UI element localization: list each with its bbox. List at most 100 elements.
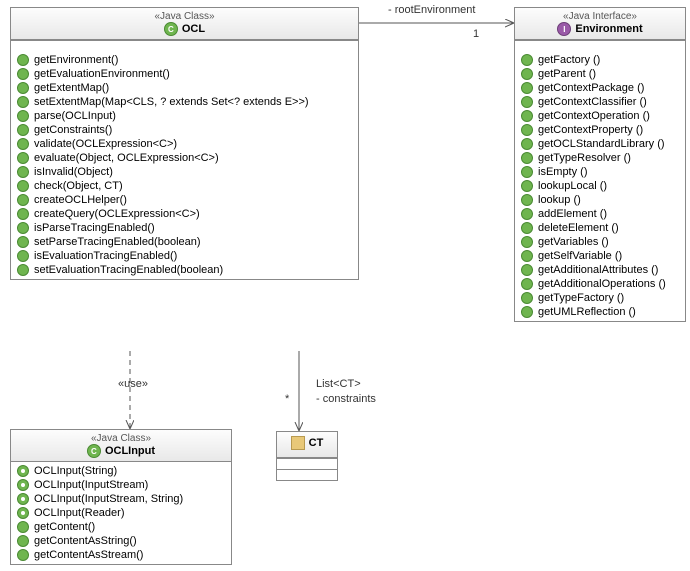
member-row: validate(OCLExpression<C>) — [11, 137, 358, 151]
assoc-constraints-role: - constraints — [316, 393, 376, 405]
method-icon — [17, 166, 29, 178]
class-ocl-attrs — [11, 40, 358, 51]
member-row: setParseTracingEnabled(boolean) — [11, 235, 358, 249]
class-ocl[interactable]: «Java Class» COCL getEnvironment()getEva… — [10, 7, 359, 280]
member-label: createOCLHelper() — [34, 194, 127, 206]
method-icon — [17, 535, 29, 547]
member-row: check(Object, CT) — [11, 179, 358, 193]
method-icon — [521, 82, 533, 94]
interface-env-name: Environment — [575, 23, 642, 35]
member-label: getTypeFactory () — [538, 292, 624, 304]
member-label: validate(OCLExpression<C>) — [34, 138, 177, 150]
interface-env-title: IEnvironment — [557, 22, 642, 36]
method-icon — [521, 194, 533, 206]
interface-env[interactable]: «Java Interface» IEnvironment getFactory… — [514, 7, 686, 322]
member-row: getEvaluationEnvironment() — [11, 67, 358, 81]
method-icon — [17, 194, 29, 206]
member-row: isEvaluationTracingEnabled() — [11, 249, 358, 263]
member-label: OCLInput(Reader) — [34, 507, 125, 519]
use-label: «use» — [118, 378, 148, 390]
class-ct-c2 — [277, 469, 337, 480]
member-row: OCLInput(String) — [11, 464, 231, 478]
member-label: lookupLocal () — [538, 180, 607, 192]
method-icon — [521, 96, 533, 108]
member-row: getUMLReflection () — [515, 305, 685, 319]
member-label: getContextPackage () — [538, 82, 644, 94]
method-icon — [521, 138, 533, 150]
member-label: getSelfVariable () — [538, 250, 622, 262]
member-row: getAdditionalOperations () — [515, 277, 685, 291]
member-label: getExtentMap() — [34, 82, 109, 94]
member-row: deleteElement () — [515, 221, 685, 235]
method-icon — [521, 68, 533, 80]
member-row: getAdditionalAttributes () — [515, 263, 685, 277]
method-icon — [17, 208, 29, 220]
class-ct-name: CT — [309, 437, 324, 449]
member-row: getOCLStandardLibrary () — [515, 137, 685, 151]
method-icon — [17, 264, 29, 276]
member-row: setExtentMap(Map<CLS, ? extends Set<? ex… — [11, 95, 358, 109]
method-icon — [521, 124, 533, 136]
constructor-icon — [17, 479, 29, 491]
member-label: getConstraints() — [34, 124, 112, 136]
member-row: getContentAsStream() — [11, 548, 231, 562]
method-icon — [521, 306, 533, 318]
member-label: getEvaluationEnvironment() — [34, 68, 170, 80]
member-row: lookupLocal () — [515, 179, 685, 193]
method-icon — [521, 208, 533, 220]
constructor-icon — [17, 465, 29, 477]
member-label: setExtentMap(Map<CLS, ? extends Set<? ex… — [34, 96, 309, 108]
method-icon — [17, 96, 29, 108]
method-icon — [521, 110, 533, 122]
member-label: getAdditionalAttributes () — [538, 264, 658, 276]
member-row: addElement () — [515, 207, 685, 221]
method-icon — [17, 54, 29, 66]
member-label: setParseTracingEnabled(boolean) — [34, 236, 201, 248]
member-label: getTypeResolver () — [538, 152, 631, 164]
member-row: parse(OCLInput) — [11, 109, 358, 123]
class-ct[interactable]: CT — [276, 431, 338, 481]
member-row: getTypeFactory () — [515, 291, 685, 305]
method-icon — [521, 166, 533, 178]
member-label: getContent() — [34, 521, 95, 533]
assoc-root-role: - rootEnvironment — [388, 4, 475, 16]
interface-env-methods: getFactory ()getParent ()getContextPacka… — [515, 51, 685, 321]
method-icon — [521, 222, 533, 234]
member-label: getAdditionalOperations () — [538, 278, 666, 290]
member-label: getContextClassifier () — [538, 96, 647, 108]
method-icon — [17, 138, 29, 150]
member-label: createQuery(OCLExpression<C>) — [34, 208, 200, 220]
member-label: parse(OCLInput) — [34, 110, 116, 122]
member-label: getUMLReflection () — [538, 306, 636, 318]
member-row: getTypeResolver () — [515, 151, 685, 165]
class-ct-c1 — [277, 458, 337, 469]
class-oclinput-stereo: «Java Class» — [11, 433, 231, 444]
method-icon — [17, 521, 29, 533]
member-row: OCLInput(InputStream) — [11, 478, 231, 492]
member-row: getContextClassifier () — [515, 95, 685, 109]
method-icon — [521, 250, 533, 262]
member-label: addElement () — [538, 208, 607, 220]
member-label: getOCLStandardLibrary () — [538, 138, 665, 150]
class-oclinput-head: «Java Class» COCLInput — [11, 430, 231, 462]
member-label: check(Object, CT) — [34, 180, 123, 192]
class-oclinput-members: OCLInput(String)OCLInput(InputStream) OCL… — [11, 462, 231, 564]
class-ocl-stereo: «Java Class» — [11, 11, 358, 22]
member-label: isInvalid(Object) — [34, 166, 113, 178]
method-icon — [17, 110, 29, 122]
method-icon — [521, 152, 533, 164]
interface-env-stereo: «Java Interface» — [515, 11, 685, 22]
method-icon — [17, 549, 29, 561]
member-row: getContextOperation () — [515, 109, 685, 123]
class-ocl-name: OCL — [182, 23, 205, 35]
method-icon — [17, 250, 29, 262]
constructor-icon — [17, 507, 29, 519]
method-icon — [521, 278, 533, 290]
interface-env-head: «Java Interface» IEnvironment — [515, 8, 685, 40]
member-row: createQuery(OCLExpression<C>) — [11, 207, 358, 221]
member-row: getParent () — [515, 67, 685, 81]
method-icon — [17, 236, 29, 248]
class-ocl-title: COCL — [164, 22, 205, 36]
member-label: getParent () — [538, 68, 596, 80]
class-oclinput[interactable]: «Java Class» COCLInput OCLInput(String)O… — [10, 429, 232, 565]
